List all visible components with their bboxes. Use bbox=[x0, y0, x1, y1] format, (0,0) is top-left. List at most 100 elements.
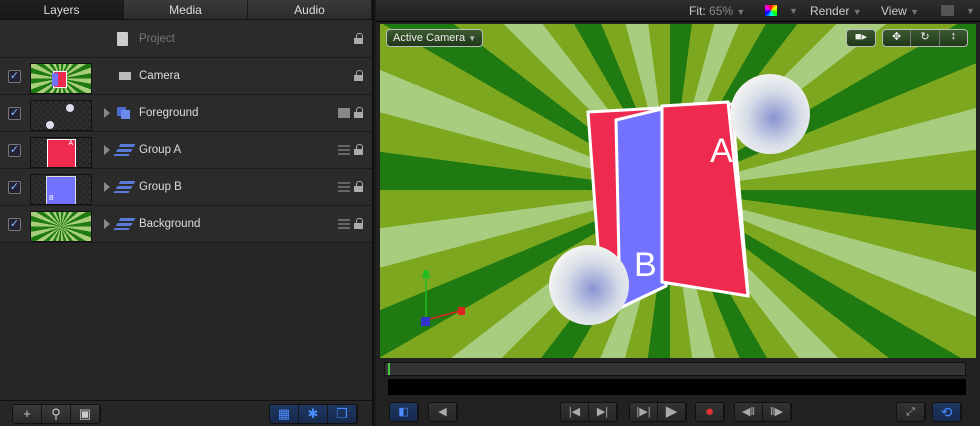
fit-menu[interactable]: Fit: 65% ▼ bbox=[689, 4, 745, 18]
visibility-checkbox[interactable]: ✓ bbox=[8, 218, 21, 231]
layer-name[interactable]: Background bbox=[139, 218, 200, 230]
overlay-icon[interactable] bbox=[941, 5, 954, 16]
layer-row-group-a[interactable]: ✓ A Group A bbox=[0, 132, 372, 169]
playhead[interactable] bbox=[388, 363, 390, 375]
visibility-checkbox[interactable]: ✓ bbox=[8, 144, 21, 157]
camera-menu[interactable]: Active Camera ▼ bbox=[386, 29, 484, 47]
lock-icon[interactable] bbox=[354, 218, 364, 230]
jump-controls: |◀ ▶| bbox=[560, 402, 618, 422]
previous-frame-icon[interactable]: ◀‖ bbox=[735, 403, 763, 421]
camera-icon bbox=[119, 72, 131, 80]
sphere-top bbox=[730, 74, 810, 154]
fullscreen-button[interactable]: ⤢ bbox=[896, 402, 926, 422]
timeline-toggle-icon: ◧ bbox=[390, 403, 418, 421]
play-controls: |▶| ▶ bbox=[629, 402, 687, 422]
layer-thumbnail: B bbox=[30, 174, 92, 205]
add-icon[interactable]: + bbox=[13, 405, 42, 423]
next-frame-icon[interactable]: ‖▶ bbox=[763, 403, 791, 421]
thumb-letter: B bbox=[46, 176, 76, 204]
camera-menu-label: Active Camera bbox=[393, 32, 466, 44]
lock-icon[interactable] bbox=[354, 144, 364, 156]
play-icon[interactable]: ▶ bbox=[658, 403, 686, 421]
lock-icon[interactable] bbox=[354, 33, 364, 45]
2d-group-icon[interactable] bbox=[338, 145, 350, 155]
layer-row-camera[interactable]: ✓ Camera bbox=[0, 58, 372, 95]
lock-icon[interactable] bbox=[354, 70, 364, 82]
fit-value: 65% bbox=[709, 4, 734, 18]
loop-button[interactable]: ⟲ bbox=[932, 402, 962, 422]
chevron-down-icon[interactable]: ▼ bbox=[789, 6, 798, 16]
lock-icon[interactable] bbox=[354, 107, 364, 119]
audio-button[interactable]: ◀ bbox=[428, 402, 458, 422]
view-menu[interactable]: View ▼ bbox=[881, 4, 919, 18]
camera-select-icon[interactable]: ■▸ bbox=[846, 29, 876, 47]
axis-y-handle bbox=[422, 270, 430, 278]
panel-tabs: Layers Media Audio bbox=[0, 0, 372, 20]
show-timeline-button[interactable]: ◧ bbox=[389, 402, 419, 422]
project-row[interactable]: Project bbox=[0, 21, 372, 58]
disclosure-triangle[interactable] bbox=[104, 219, 110, 229]
2d-group-icon[interactable] bbox=[338, 182, 350, 192]
step-forward-icon[interactable]: |▶| bbox=[630, 403, 658, 421]
layers-icon bbox=[113, 218, 136, 230]
color-channels-icon[interactable] bbox=[765, 5, 777, 16]
layer-row-foreground[interactable]: ✓ Foreground bbox=[0, 95, 372, 132]
sphere-bottom bbox=[549, 245, 629, 325]
record-icon: ● bbox=[696, 403, 724, 421]
visibility-checkbox[interactable]: ✓ bbox=[8, 181, 21, 194]
layer-name[interactable]: Foreground bbox=[139, 107, 198, 119]
camera-tools: ✥ ↻ ↕ bbox=[882, 29, 968, 47]
project-icon bbox=[117, 32, 128, 46]
canvas[interactable]: A B Active Camera ▼ ■▸ ✥ ↻ ↕ bbox=[380, 24, 976, 358]
layer-name[interactable]: Group A bbox=[139, 144, 181, 156]
tab-audio[interactable]: Audio bbox=[248, 0, 372, 19]
search-icon[interactable]: ⚲ bbox=[42, 405, 71, 423]
disclosure-triangle[interactable] bbox=[104, 145, 110, 155]
go-to-start-icon[interactable]: |◀ bbox=[561, 403, 589, 421]
grid-icon[interactable]: ▦ bbox=[270, 405, 299, 423]
layers-panel-icon[interactable]: ❐ bbox=[328, 405, 357, 423]
render-label: Render bbox=[810, 4, 850, 18]
pan-icon[interactable]: ✥ bbox=[883, 30, 910, 46]
layer-row-background[interactable]: ✓ Background bbox=[0, 206, 372, 243]
go-to-end-icon[interactable]: ▶| bbox=[589, 403, 617, 421]
thumbnail-toggle-icon[interactable]: ▣ bbox=[71, 405, 100, 423]
axis-x-handle bbox=[458, 307, 465, 315]
visibility-checkbox[interactable]: ✓ bbox=[8, 107, 21, 120]
layer-row-group-b[interactable]: ✓ B Group B bbox=[0, 169, 372, 206]
timeline-track[interactable] bbox=[388, 379, 966, 395]
layers-toolbar: + ⚲ ▣ ▦ ✱ ❐ bbox=[0, 400, 372, 426]
loop-icon: ⟲ bbox=[933, 403, 961, 421]
layers-empty-area bbox=[0, 243, 372, 399]
viewer: Fit: 65% ▼ ▼ Render ▼ View ▼ ▼ A B Activ… bbox=[376, 0, 980, 426]
thumb-letter: A bbox=[47, 139, 76, 167]
record-button[interactable]: ● bbox=[695, 402, 725, 422]
dolly-icon[interactable]: ↕ bbox=[938, 30, 967, 46]
fit-label: Fit: bbox=[689, 4, 706, 18]
layer-thumbnail bbox=[30, 100, 92, 131]
group-icon bbox=[117, 107, 132, 119]
view-toggles: ▦ ✱ ❐ bbox=[269, 404, 358, 424]
view-label: View bbox=[881, 4, 907, 18]
scene bbox=[421, 74, 810, 326]
lock-icon[interactable] bbox=[354, 181, 364, 193]
disclosure-triangle[interactable] bbox=[104, 182, 110, 192]
tab-layers[interactable]: Layers bbox=[0, 0, 124, 19]
speaker-icon: ◀ bbox=[429, 403, 457, 421]
disclosure-triangle[interactable] bbox=[104, 108, 110, 118]
layer-name[interactable]: Group B bbox=[139, 181, 182, 193]
3d-group-icon[interactable] bbox=[338, 108, 350, 118]
layer-thumbnail bbox=[30, 211, 92, 242]
render-menu[interactable]: Render ▼ bbox=[810, 4, 862, 18]
layer-thumbnail: A bbox=[30, 137, 92, 168]
layer-name[interactable]: Camera bbox=[139, 70, 180, 82]
card-b-label: B bbox=[634, 246, 657, 284]
orbit-icon[interactable]: ↻ bbox=[910, 30, 938, 46]
2d-group-icon[interactable] bbox=[338, 219, 350, 229]
mini-timeline[interactable] bbox=[384, 362, 966, 376]
chevron-down-icon[interactable]: ▼ bbox=[966, 6, 975, 16]
layers-panel: Layers Media Audio Project ✓ Camera ✓ Fo… bbox=[0, 0, 374, 426]
visibility-checkbox[interactable]: ✓ bbox=[8, 70, 21, 83]
gear-icon[interactable]: ✱ bbox=[299, 405, 328, 423]
tab-media[interactable]: Media bbox=[124, 0, 248, 19]
